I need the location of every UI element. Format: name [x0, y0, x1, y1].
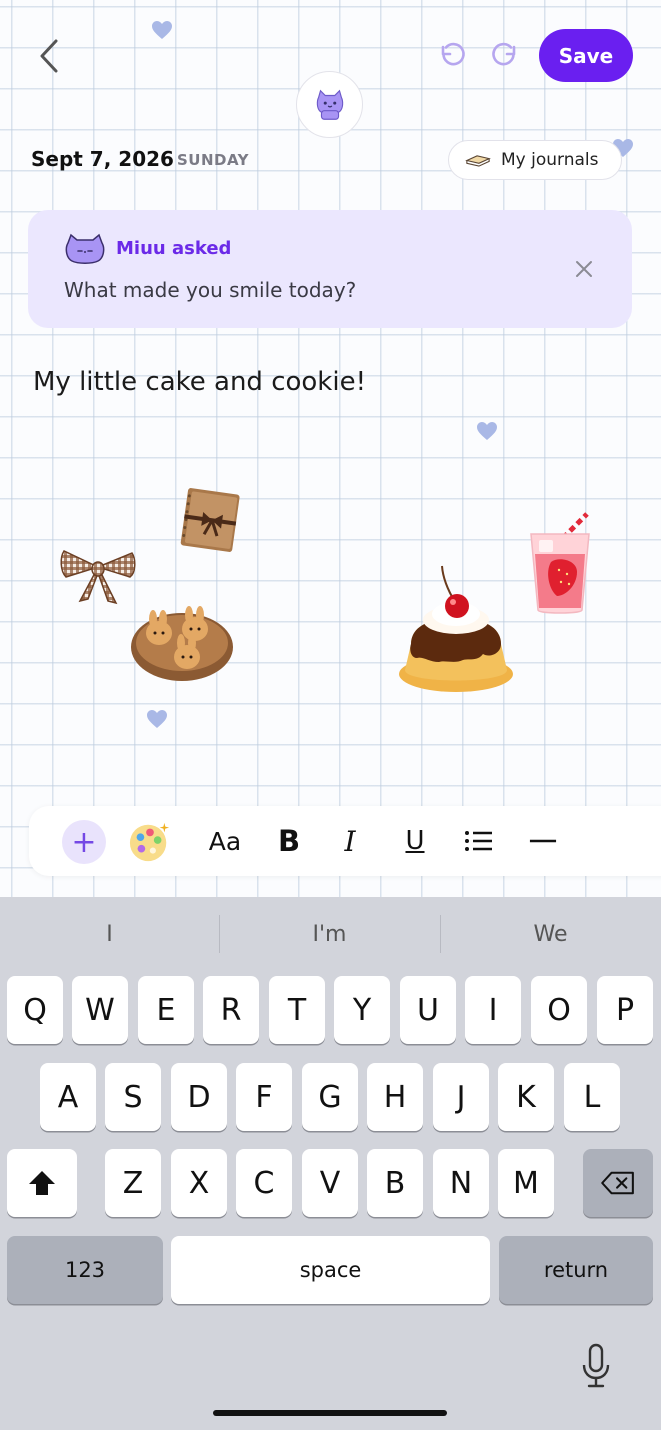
- my-journals-label: My journals: [501, 150, 599, 170]
- journal-paper[interactable]: Save Sept 7, 2026 SUNDAY My journals Miu…: [0, 0, 661, 897]
- dictation-button[interactable]: [580, 1343, 612, 1389]
- heart-decoration-icon: [476, 421, 498, 441]
- divider-icon: [529, 839, 557, 843]
- key-k[interactable]: K: [498, 1063, 554, 1131]
- back-button[interactable]: [34, 38, 64, 74]
- pudding-sticker[interactable]: [397, 562, 515, 701]
- bunny-cookies-sticker[interactable]: [129, 597, 235, 690]
- home-indicator[interactable]: [213, 1410, 447, 1416]
- prompt-question: What made you smile today?: [64, 278, 357, 302]
- key-j[interactable]: J: [433, 1063, 489, 1131]
- key-r[interactable]: R: [203, 976, 259, 1044]
- list-icon: [465, 831, 492, 851]
- microphone-icon: [582, 1343, 610, 1388]
- notebook-sticker[interactable]: [176, 485, 244, 562]
- strawberry-drink-sticker[interactable]: [527, 512, 593, 621]
- key-t[interactable]: T: [269, 976, 325, 1044]
- suggestion-3[interactable]: We: [441, 897, 660, 971]
- cat-face-icon: [64, 233, 106, 265]
- return-key[interactable]: return: [499, 1236, 653, 1304]
- list-button[interactable]: [463, 806, 495, 876]
- on-screen-keyboard: I I'm We Q W E R T Y U I O P A S D F G H…: [0, 897, 661, 1430]
- key-u[interactable]: U: [400, 976, 456, 1044]
- key-m[interactable]: M: [498, 1149, 554, 1217]
- heart-decoration-icon: [146, 709, 168, 729]
- palette-button[interactable]: [127, 806, 173, 876]
- bow-sticker[interactable]: [58, 543, 138, 612]
- key-c[interactable]: C: [236, 1149, 292, 1217]
- key-z[interactable]: Z: [105, 1149, 161, 1217]
- my-journals-button[interactable]: My journals: [448, 140, 622, 180]
- key-l[interactable]: L: [564, 1063, 620, 1131]
- suggestion-1[interactable]: I: [0, 897, 219, 971]
- redo-button[interactable]: [490, 39, 522, 71]
- key-n[interactable]: N: [433, 1149, 489, 1217]
- divider-button[interactable]: [527, 806, 559, 876]
- key-w[interactable]: W: [72, 976, 128, 1044]
- mascot-avatar[interactable]: [296, 71, 363, 138]
- prompt-asker: Miuu asked: [116, 238, 232, 259]
- key-a[interactable]: A: [40, 1063, 96, 1131]
- suggestion-2[interactable]: I'm: [220, 897, 439, 971]
- formatting-toolbar: + Aa B I U: [29, 806, 661, 876]
- key-f[interactable]: F: [236, 1063, 292, 1131]
- key-e[interactable]: E: [138, 976, 194, 1044]
- key-q[interactable]: Q: [7, 976, 63, 1044]
- shift-key[interactable]: [7, 1149, 77, 1217]
- numbers-key[interactable]: 123: [7, 1236, 163, 1304]
- key-d[interactable]: D: [171, 1063, 227, 1131]
- save-button[interactable]: Save: [539, 29, 633, 82]
- key-p[interactable]: P: [597, 976, 653, 1044]
- add-button[interactable]: +: [62, 820, 106, 864]
- entry-weekday: SUNDAY: [177, 151, 250, 169]
- backspace-icon: [601, 1171, 634, 1195]
- shift-icon: [29, 1171, 55, 1195]
- key-o[interactable]: O: [531, 976, 587, 1044]
- key-i[interactable]: I: [465, 976, 521, 1044]
- redo-icon: [492, 42, 516, 66]
- entry-date: Sept 7, 2026: [31, 147, 174, 171]
- backspace-key[interactable]: [583, 1149, 653, 1217]
- bold-button[interactable]: B: [272, 806, 306, 876]
- chevron-left-icon: [40, 39, 58, 73]
- key-b[interactable]: B: [367, 1149, 423, 1217]
- key-g[interactable]: G: [302, 1063, 358, 1131]
- undo-icon: [441, 42, 465, 66]
- undo-button[interactable]: [435, 39, 467, 71]
- key-x[interactable]: X: [171, 1149, 227, 1217]
- prompt-card: Miuu asked What made you smile today?: [28, 210, 632, 328]
- entry-body-text[interactable]: My little cake and cookie!: [33, 367, 366, 397]
- journal-book-icon: [465, 154, 491, 167]
- close-icon: [576, 261, 592, 277]
- italic-button[interactable]: I: [335, 806, 365, 876]
- underline-button[interactable]: U: [399, 806, 431, 876]
- space-key[interactable]: space: [171, 1236, 490, 1304]
- key-y[interactable]: Y: [334, 976, 390, 1044]
- font-button[interactable]: Aa: [205, 806, 245, 876]
- close-prompt-button[interactable]: [573, 258, 595, 280]
- heart-decoration-icon: [151, 20, 173, 40]
- palette-icon: [129, 822, 170, 862]
- key-s[interactable]: S: [105, 1063, 161, 1131]
- key-h[interactable]: H: [367, 1063, 423, 1131]
- cat-mascot-icon: [316, 89, 343, 120]
- key-v[interactable]: V: [302, 1149, 358, 1217]
